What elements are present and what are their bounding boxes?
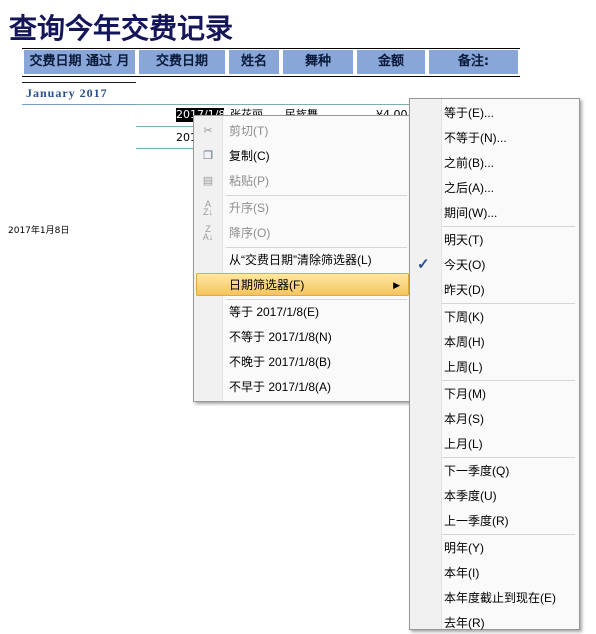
column-header-notes[interactable]: 备注:	[429, 50, 518, 74]
submenu-item-year-to-date[interactable]: 本年度截止到现在(E)	[411, 587, 576, 609]
context-menu: ✂ 剪切(T) ❐ 复制(C) ▤ 粘贴(P) A Z↓ 升序(S) Z A↓ 降序…	[193, 115, 412, 402]
column-header-name[interactable]: 姓名	[229, 50, 279, 74]
menu-item-cut[interactable]: ✂ 剪切(T)	[196, 120, 407, 142]
menu-item-label: 不早于 2017/1/8(A)	[229, 380, 332, 394]
menu-item-label: 上一季度(R)	[444, 514, 509, 528]
menu-separator	[226, 247, 407, 248]
menu-item-sort-asc[interactable]: A Z↓ 升序(S)	[196, 197, 407, 219]
submenu-item-before[interactable]: 之前(B)...	[411, 152, 576, 174]
menu-item-label: 复制(C)	[229, 149, 270, 163]
column-header-date[interactable]: 交费日期	[139, 50, 225, 74]
menu-item-label: 上月(L)	[444, 437, 483, 451]
menu-separator	[226, 195, 407, 196]
footer-date: 2017年1月8日	[8, 226, 70, 236]
menu-item-label: 明天(T)	[444, 233, 484, 247]
submenu-item-next-quarter[interactable]: 下一季度(Q)	[411, 460, 576, 482]
menu-item-label: 本年度截止到现在(E)	[444, 591, 556, 605]
sort-descending-icon: Z A↓	[202, 224, 214, 242]
scissors-icon: ✂	[203, 125, 213, 137]
menu-item-label: 等于(E)...	[444, 106, 494, 120]
column-header-month[interactable]: 交费日期 通过 月	[24, 50, 135, 74]
column-header-dance[interactable]: 舞种	[283, 50, 353, 74]
menu-item-label: 剪切(T)	[229, 124, 269, 138]
menu-item-label: 不等于 2017/1/8(N)	[229, 330, 332, 344]
header-bottom-rule	[22, 76, 520, 77]
menu-item-not-later[interactable]: 不晚于 2017/1/8(B)	[196, 351, 407, 373]
menu-separator	[442, 226, 575, 227]
menu-separator	[226, 299, 407, 300]
submenu-item-this-year[interactable]: 本年(I)	[411, 562, 576, 584]
checkmark-icon: ✓	[417, 256, 430, 273]
menu-item-label: 之前(B)...	[444, 156, 494, 170]
menu-item-label: 日期筛选器(F)	[229, 278, 305, 292]
date-filter-submenu: 等于(E)... 不等于(N)... 之前(B)... 之后(A)... 期间(…	[409, 98, 580, 630]
submenu-item-last-year[interactable]: 去年(R)	[411, 612, 576, 634]
sort-ascending-icon: A Z↓	[203, 199, 213, 217]
menu-separator	[442, 380, 575, 381]
menu-item-label: 本月(S)	[444, 412, 484, 426]
menu-item-label: 等于 2017/1/8(E)	[229, 305, 320, 319]
menu-item-not-equals[interactable]: 不等于 2017/1/8(N)	[196, 326, 407, 348]
group-bottom-rule	[22, 104, 136, 105]
menu-item-label: 本年(I)	[444, 566, 480, 580]
menu-item-label: 之后(A)...	[444, 181, 494, 195]
menu-item-label: 去年(R)	[444, 616, 485, 630]
menu-item-label: 不等于(N)...	[444, 131, 507, 145]
submenu-arrow-icon: ▶	[393, 280, 400, 290]
submenu-item-after[interactable]: 之后(A)...	[411, 177, 576, 199]
menu-item-copy[interactable]: ❐ 复制(C)	[196, 145, 407, 167]
submenu-item-last-month[interactable]: 上月(L)	[411, 433, 576, 455]
menu-separator	[442, 457, 575, 458]
menu-separator	[442, 534, 575, 535]
submenu-item-this-week[interactable]: 本周(H)	[411, 331, 576, 353]
menu-item-equals[interactable]: 等于 2017/1/8(E)	[196, 301, 407, 323]
submenu-item-this-month[interactable]: 本月(S)	[411, 408, 576, 430]
report-title: 查询今年交费记录	[9, 12, 234, 45]
submenu-item-last-quarter[interactable]: 上一季度(R)	[411, 510, 576, 532]
menu-item-label: 本季度(U)	[444, 489, 497, 503]
menu-item-label: 降序(O)	[229, 226, 271, 240]
menu-item-paste[interactable]: ▤ 粘贴(P)	[196, 170, 407, 192]
submenu-item-tomorrow[interactable]: 明天(T)	[411, 229, 576, 251]
menu-item-label: 下月(M)	[444, 387, 486, 401]
menu-item-clear-filter[interactable]: 从“交费日期”清除筛选器(L)	[196, 249, 407, 271]
submenu-item-today[interactable]: ✓ 今天(O)	[411, 254, 576, 276]
submenu-item-this-quarter[interactable]: 本季度(U)	[411, 485, 576, 507]
paste-icon: ▤	[202, 175, 214, 187]
submenu-item-between[interactable]: 期间(W)...	[411, 202, 576, 224]
menu-item-label: 今天(O)	[444, 258, 486, 272]
menu-item-sort-desc[interactable]: Z A↓ 降序(O)	[196, 222, 407, 244]
submenu-item-next-week[interactable]: 下周(K)	[411, 306, 576, 328]
submenu-item-not-equals[interactable]: 不等于(N)...	[411, 127, 576, 149]
menu-item-label: 明年(Y)	[444, 541, 484, 555]
copy-icon: ❐	[203, 150, 213, 162]
group-top-rule	[22, 82, 136, 83]
column-header-amount[interactable]: 金额	[357, 50, 425, 74]
submenu-item-equals[interactable]: 等于(E)...	[411, 102, 576, 124]
header-top-rule	[22, 48, 520, 49]
menu-separator	[442, 303, 575, 304]
menu-item-label: 从“交费日期”清除筛选器(L)	[229, 253, 372, 267]
menu-item-label: 本周(H)	[444, 335, 485, 349]
menu-item-label: 上周(L)	[444, 360, 483, 374]
submenu-item-last-week[interactable]: 上周(L)	[411, 356, 576, 378]
menu-item-not-earlier[interactable]: 不早于 2017/1/8(A)	[196, 376, 407, 398]
submenu-item-yesterday[interactable]: 昨天(D)	[411, 279, 576, 301]
menu-item-label: 粘贴(P)	[229, 174, 269, 188]
menu-item-date-filters[interactable]: 日期筛选器(F) ▶	[196, 273, 409, 296]
menu-item-label: 升序(S)	[229, 201, 269, 215]
menu-item-label: 下一季度(Q)	[444, 464, 510, 478]
group-label: January 2017	[26, 86, 108, 100]
submenu-item-next-year[interactable]: 明年(Y)	[411, 537, 576, 559]
menu-item-label: 不晚于 2017/1/8(B)	[229, 355, 332, 369]
submenu-item-next-month[interactable]: 下月(M)	[411, 383, 576, 405]
menu-item-label: 下周(K)	[444, 310, 484, 324]
menu-item-label: 昨天(D)	[444, 283, 485, 297]
menu-item-label: 期间(W)...	[444, 206, 498, 220]
